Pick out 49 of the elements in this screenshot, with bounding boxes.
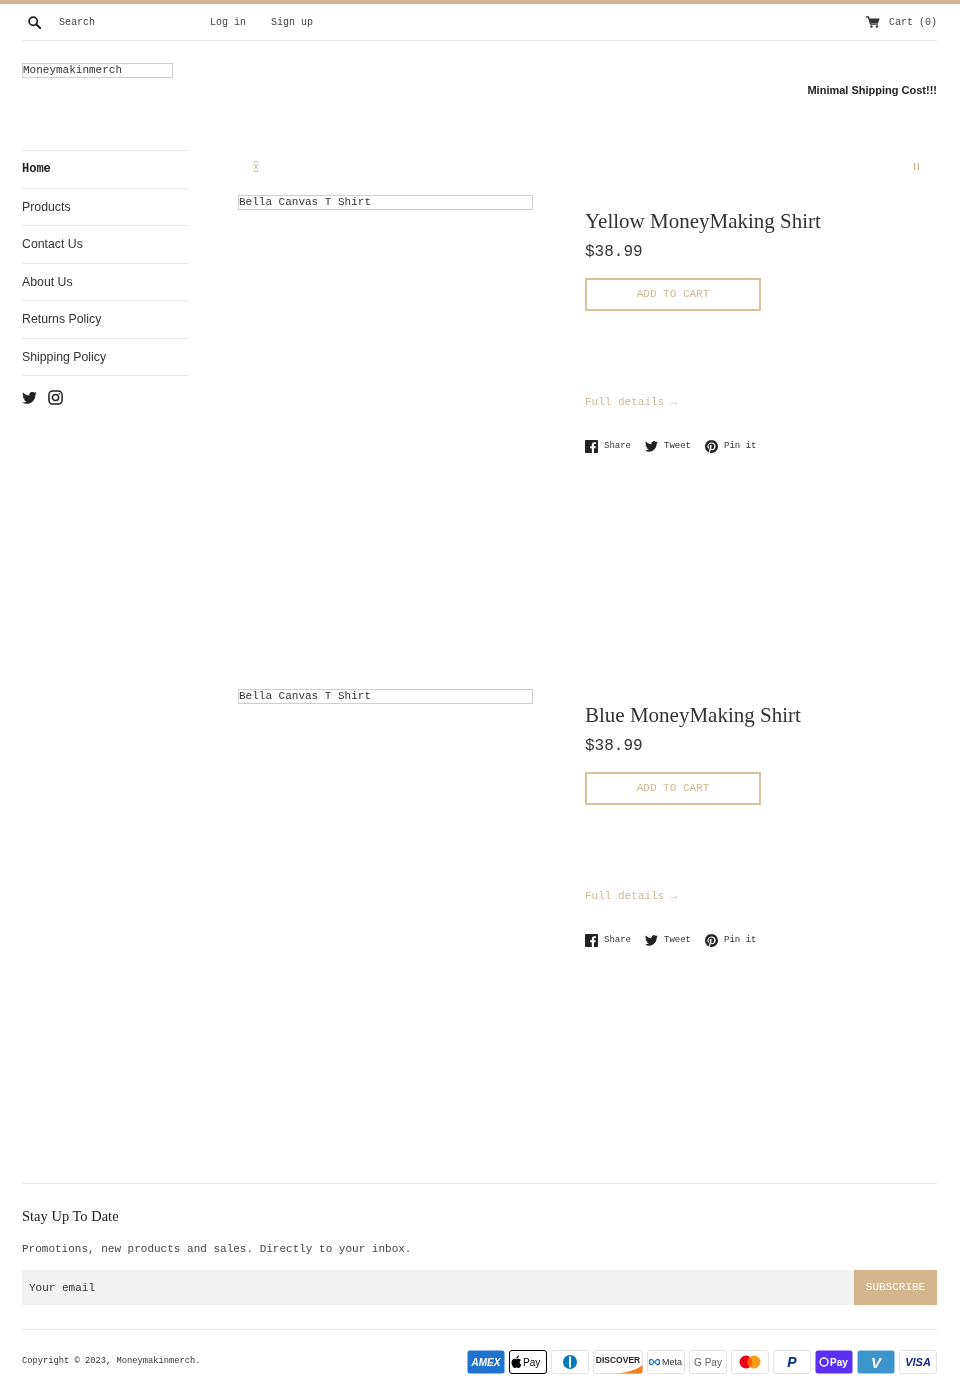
cart-icon: [866, 16, 880, 28]
pinterest-icon: [705, 439, 719, 453]
product-price: $38.99: [585, 242, 644, 262]
email-field[interactable]: Your email: [22, 1270, 854, 1305]
share-link[interactable]: Pin it: [705, 439, 757, 453]
payment-logo: VISA: [899, 1350, 937, 1374]
copyright-text: Copyright © 2023, Moneymakinmerch.: [22, 1355, 201, 1369]
newsletter-title: Stay Up To Date: [22, 1207, 120, 1226]
image-alt-text: Bella Canvas T Shirt: [238, 195, 533, 210]
cart-link[interactable]: Cart (0): [866, 14, 937, 30]
sidebar-link[interactable]: Contact Us: [22, 225, 188, 263]
payment-logo: AMEX: [467, 1350, 505, 1374]
image-alt-text: Bella Canvas T Shirt: [238, 689, 533, 704]
payment-card-icon: [551, 1350, 589, 1374]
payment-logo: V: [857, 1350, 895, 1374]
payment-card-icon: [731, 1350, 769, 1374]
product-title: Blue MoneyMaking Shirt: [585, 702, 802, 728]
share-link[interactable]: Share: [585, 933, 631, 947]
payment-logo: G Pay: [689, 1350, 727, 1374]
sidebar-link[interactable]: About Us: [22, 262, 188, 300]
share-link[interactable]: Pin it: [705, 933, 757, 947]
sidebar-link[interactable]: Shipping Policy: [22, 337, 188, 375]
twitter-icon: [645, 933, 658, 947]
share-link[interactable]: Share: [585, 439, 631, 453]
twitter-icon: [645, 439, 658, 453]
product-title: Yellow MoneyMaking Shirt: [585, 208, 822, 234]
payment-logo: DISCOVER: [593, 1350, 643, 1374]
facebook-icon: [585, 933, 598, 947]
facebook-icon: [585, 439, 598, 453]
account-link[interactable]: Log in: [210, 14, 246, 30]
payment-logo: Pay: [509, 1350, 547, 1374]
payment-logo: P: [773, 1350, 811, 1374]
payment-logo: Pay: [815, 1350, 853, 1374]
share-link[interactable]: Tweet: [645, 933, 692, 947]
product-price: $38.99: [585, 736, 644, 756]
pinterest-icon: [705, 933, 719, 947]
announcement-text: Minimal Shipping Cost!!!: [806, 84, 937, 97]
instagram-icon[interactable]: [48, 390, 63, 405]
store-logo[interactable]: Moneymakinmerch: [22, 63, 173, 78]
newsletter-text: Promotions, new products and sales. Directly to your inbox.: [22, 1242, 413, 1257]
search-field[interactable]: Search: [59, 14, 200, 30]
search-icon[interactable]: [28, 15, 41, 29]
payment-logo: Meta: [647, 1350, 685, 1374]
account-link[interactable]: Sign up: [271, 14, 314, 30]
share-link[interactable]: Tweet: [645, 439, 692, 453]
sidebar-link[interactable]: Returns Policy: [22, 300, 188, 338]
sidebar-link[interactable]: Home: [22, 150, 188, 188]
twitter-icon[interactable]: [22, 391, 37, 404]
sidebar-link[interactable]: Products: [22, 187, 188, 225]
